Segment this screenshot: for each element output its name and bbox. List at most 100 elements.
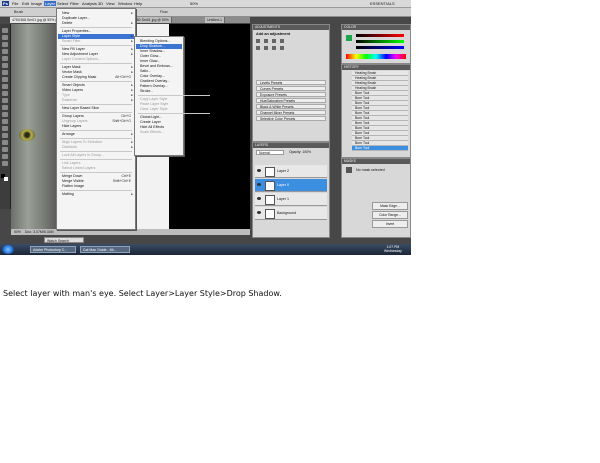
- pen-tool-icon[interactable]: [2, 119, 8, 124]
- layer-menu-item: Lock All Layers in Group...: [62, 153, 104, 157]
- adjustments-panel-title: ADJUSTMENTS: [253, 25, 329, 30]
- preset-curves[interactable]: Curves Presets: [256, 86, 326, 91]
- clone-stamp-tool-icon[interactable]: [2, 84, 8, 89]
- layer-menu-item: Distribute: [62, 145, 78, 149]
- search-input[interactable]: Watch Search: [44, 237, 84, 243]
- visibility-eye-icon[interactable]: [257, 183, 261, 186]
- lasso-tool-icon[interactable]: [2, 42, 8, 47]
- menu-separator: [60, 138, 132, 139]
- hand-tool-icon[interactable]: [2, 154, 8, 159]
- gradient-tool-icon[interactable]: [2, 105, 8, 110]
- zoom-level[interactable]: 50%: [190, 1, 198, 6]
- menu-separator: [60, 63, 132, 64]
- type-tool-icon[interactable]: [2, 126, 8, 131]
- menu-edit[interactable]: Edit: [22, 1, 29, 6]
- eraser-tool-icon[interactable]: [2, 98, 8, 103]
- preset-exposure[interactable]: Exposure Presets: [256, 92, 326, 97]
- layer-name: Layer 1: [277, 197, 289, 201]
- marquee-tool-icon[interactable]: [2, 35, 8, 40]
- layer-name: Layer 0: [277, 183, 289, 187]
- color-range-button[interactable]: Color Range...: [372, 211, 408, 219]
- menu-image[interactable]: Image: [31, 1, 42, 6]
- menu-filter[interactable]: Filter: [70, 1, 79, 6]
- flow-label: Flow:: [160, 10, 169, 14]
- visibility-eye-icon[interactable]: [257, 169, 261, 172]
- mask-edge-button[interactable]: Mask Edge...: [372, 202, 408, 210]
- visibility-eye-icon[interactable]: [257, 197, 261, 200]
- menu-file[interactable]: File: [12, 1, 18, 6]
- brush-tool-icon[interactable]: [2, 77, 8, 82]
- shape-tool-icon[interactable]: [2, 140, 8, 145]
- zoom-tool-icon[interactable]: [2, 161, 8, 166]
- layer-menu-item[interactable]: Arrange: [62, 132, 75, 137]
- layer-menu-item[interactable]: Flatten Image: [62, 184, 84, 189]
- curves-icon[interactable]: [272, 39, 276, 43]
- blend-mode-select[interactable]: Normal: [256, 150, 284, 155]
- crop-tool-icon[interactable]: [2, 56, 8, 61]
- 3d-tool-icon[interactable]: [2, 147, 8, 152]
- menu-window[interactable]: Window: [118, 1, 132, 6]
- tab-document-3[interactable]: Untitled-1: [205, 17, 225, 23]
- tool-preset[interactable]: Brush: [14, 10, 23, 14]
- layer-menu-item[interactable]: Create Clipping Mask: [62, 75, 96, 80]
- layer-menu-item[interactable]: Delete: [62, 21, 72, 26]
- background-color-swatch[interactable]: [4, 177, 8, 181]
- taskbar-browser-button[interactable]: Cat Man Guide - Mi...: [80, 246, 130, 253]
- color-balance-icon[interactable]: [272, 46, 276, 50]
- green-slider[interactable]: [356, 40, 404, 43]
- preset-levels[interactable]: Levels Presets: [256, 80, 326, 85]
- adjustment-icons: [256, 39, 326, 53]
- layer-row[interactable]: Background: [255, 207, 327, 220]
- history-brush-tool-icon[interactable]: [2, 91, 8, 96]
- foreground-color-chip[interactable]: [346, 35, 352, 41]
- menu-select[interactable]: Select: [57, 1, 68, 6]
- layer-name: Layer 2: [277, 169, 289, 173]
- healing-tool-icon[interactable]: [2, 70, 8, 75]
- brightness-icon[interactable]: [256, 39, 260, 43]
- preset-black-white[interactable]: Black & White Presets: [256, 104, 326, 109]
- preset-channel-mixer[interactable]: Channel Mixer Presets: [256, 110, 326, 115]
- quick-select-tool-icon[interactable]: [2, 49, 8, 54]
- blue-slider[interactable]: [356, 46, 404, 49]
- invert-button[interactable]: Invert: [372, 220, 408, 228]
- menu-analysis[interactable]: Analysis: [82, 1, 97, 6]
- layer-row[interactable]: Layer 1: [255, 193, 327, 206]
- taskbar-clock: 1:07 PM Wednesday: [384, 245, 402, 253]
- preset-selective-color[interactable]: Selective Color Presets: [256, 116, 326, 121]
- hue-saturation-icon[interactable]: [264, 46, 268, 50]
- menu-layer[interactable]: Layer: [44, 1, 57, 6]
- preset-hue-saturation[interactable]: Hue/Saturation Presets: [256, 98, 326, 103]
- dodge-tool-icon[interactable]: [2, 112, 8, 117]
- vibrance-icon[interactable]: [256, 46, 260, 50]
- layer-menu-item[interactable]: New Layer Based Slice: [62, 106, 99, 111]
- layer-menu-item[interactable]: Hide Layers: [62, 124, 81, 129]
- path-select-tool-icon[interactable]: [2, 133, 8, 138]
- start-button-icon[interactable]: [2, 245, 14, 254]
- levels-icon[interactable]: [264, 39, 268, 43]
- menu-help[interactable]: Help: [134, 1, 142, 6]
- submenu-arrow-icon: ▸: [131, 132, 133, 136]
- layer-style-menu-item[interactable]: Stroke...: [140, 89, 153, 94]
- pixel-mask-icon[interactable]: [346, 167, 352, 173]
- masks-status-label: No mask selected: [356, 168, 385, 172]
- exposure-icon[interactable]: [280, 39, 284, 43]
- visibility-eye-icon[interactable]: [257, 211, 261, 214]
- red-slider[interactable]: [356, 34, 404, 37]
- move-tool-icon[interactable]: [2, 28, 8, 33]
- menu-shortcut: Shift+Ctrl+E: [112, 179, 131, 183]
- menu-separator: [60, 130, 132, 131]
- layer-opacity-field[interactable]: Opacity: 100%: [289, 150, 311, 155]
- layer-row-selected[interactable]: Layer 0: [255, 179, 327, 192]
- taskbar-photoshop-button[interactable]: Adobe Photoshop C...: [30, 246, 76, 253]
- menu-3d[interactable]: 3D: [98, 1, 103, 6]
- submenu-arrow-icon: ▸: [131, 39, 133, 43]
- eyedropper-tool-icon[interactable]: [2, 63, 8, 68]
- cat-image-layer: [11, 24, 59, 229]
- layer-row[interactable]: Layer 2: [255, 165, 327, 178]
- history-step-current[interactable]: Burn Tool: [352, 146, 408, 151]
- menu-view[interactable]: View: [106, 1, 115, 6]
- layer-menu-item[interactable]: Matting: [62, 192, 74, 197]
- black-white-icon[interactable]: [280, 46, 284, 50]
- workspace-switcher[interactable]: ESSENTIALS: [370, 1, 395, 6]
- color-spectrum[interactable]: [346, 54, 406, 59]
